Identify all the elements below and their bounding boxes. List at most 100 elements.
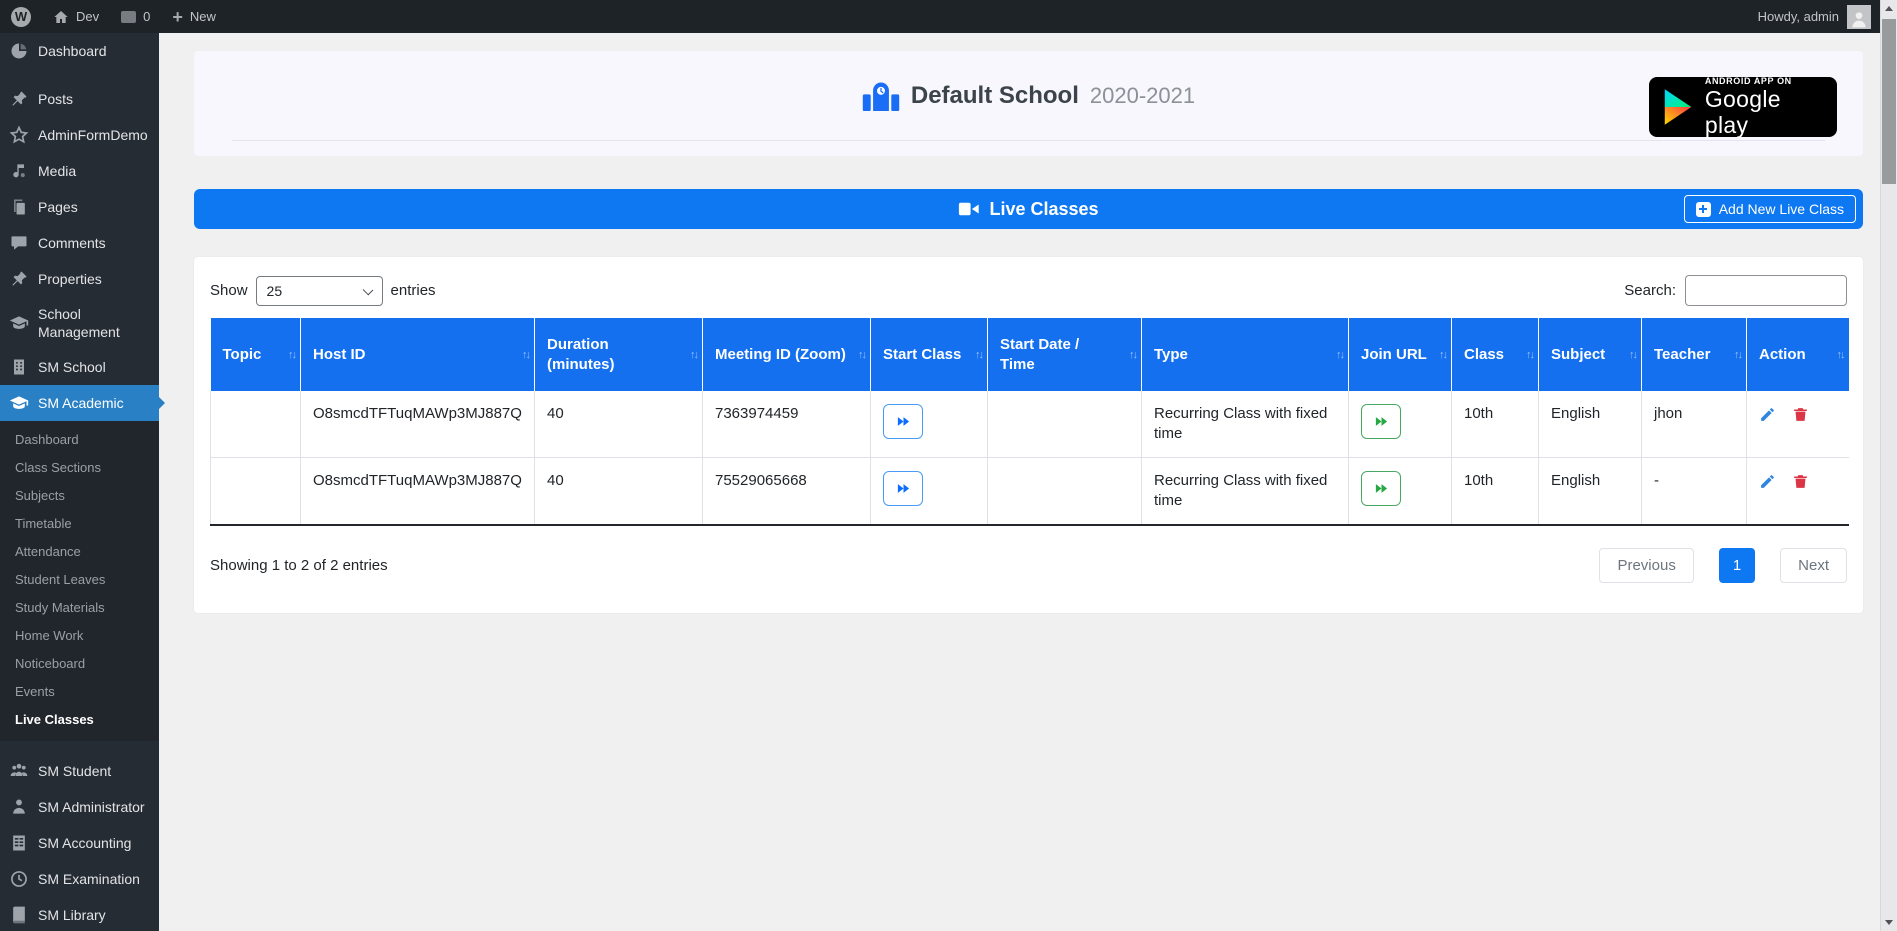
submenu-item-events[interactable]: Events xyxy=(0,678,159,706)
new-content-menu[interactable]: + New xyxy=(161,0,227,33)
column-header-start-class[interactable]: Start Class↑↓ xyxy=(871,318,988,391)
submenu-item-timetable[interactable]: Timetable xyxy=(0,510,159,538)
scrollbar-up-icon[interactable] xyxy=(1881,0,1897,17)
column-header-action[interactable]: Action↑↓ xyxy=(1747,318,1849,391)
cell-action xyxy=(1747,458,1849,526)
sort-icon: ↑↓ xyxy=(1336,345,1343,365)
cell-duration: 40 xyxy=(535,391,703,458)
start-class-button[interactable] xyxy=(883,471,923,506)
sort-icon: ↑↓ xyxy=(858,345,865,365)
sidebar-item-media[interactable]: Media xyxy=(0,153,159,189)
submenu-item-student-leaves[interactable]: Student Leaves xyxy=(0,566,159,594)
column-header-duration[interactable]: Duration (minutes)↑↓ xyxy=(535,318,703,391)
join-url-button[interactable] xyxy=(1361,471,1401,506)
submenu-item-subjects[interactable]: Subjects xyxy=(0,482,159,510)
graduation-cap-icon xyxy=(9,313,29,333)
submenu-item-class-sections[interactable]: Class Sections xyxy=(0,454,159,482)
submenu-item-home-work[interactable]: Home Work xyxy=(0,622,159,650)
join-url-button[interactable] xyxy=(1361,404,1401,439)
search-input[interactable] xyxy=(1685,275,1847,306)
submenu-item-noticeboard[interactable]: Noticeboard xyxy=(0,650,159,678)
sidebar-item-sm-academic[interactable]: SM Academic xyxy=(0,385,159,421)
submenu-item-attendance[interactable]: Attendance xyxy=(0,538,159,566)
school-building-icon xyxy=(862,79,900,113)
scrollbar-down-icon[interactable] xyxy=(1881,914,1897,931)
fast-forward-icon xyxy=(896,481,911,496)
next-page-button[interactable]: Next xyxy=(1780,548,1847,583)
live-classes-table: Topic↑↓ Host ID↑↓ Duration (minutes)↑↓ M… xyxy=(210,318,1849,526)
column-header-type[interactable]: Type↑↓ xyxy=(1142,318,1349,391)
column-header-topic[interactable]: Topic↑↓ xyxy=(211,318,301,391)
sidebar-item-comments[interactable]: Comments xyxy=(0,225,159,261)
column-header-teacher[interactable]: Teacher↑↓ xyxy=(1642,318,1747,391)
page-length-control: Show 25 entries xyxy=(210,276,436,306)
delete-trash-icon[interactable] xyxy=(1792,473,1809,490)
plus-square-icon xyxy=(1696,202,1711,217)
search-control: Search: xyxy=(1624,275,1847,306)
entries-per-page-value: 25 xyxy=(267,283,283,299)
sidebar-item-sm-library[interactable]: SM Library xyxy=(0,897,159,931)
sidebar-item-sm-student[interactable]: SM Student xyxy=(0,753,159,789)
cell-subject: English xyxy=(1539,391,1642,458)
sort-icon: ↑↓ xyxy=(975,345,982,365)
cell-type: Recurring Class with fixed time xyxy=(1142,391,1349,458)
sidebar-item-label: Pages xyxy=(38,198,78,216)
column-header-subject[interactable]: Subject↑↓ xyxy=(1539,318,1642,391)
school-title-row: Default School 2020-2021 xyxy=(220,74,1837,118)
google-play-badge[interactable]: ANDROID APP ON Google play xyxy=(1649,77,1837,137)
sidebar-item-adminformdemo[interactable]: AdminFormDemo xyxy=(0,117,159,153)
wp-logo-menu[interactable]: W xyxy=(0,0,42,33)
wordpress-admin-page: W Dev 0 + New Howdy, admin xyxy=(0,0,1897,931)
pin-icon xyxy=(9,89,29,109)
site-link[interactable]: Dev xyxy=(42,0,110,33)
column-header-class[interactable]: Class↑↓ xyxy=(1452,318,1539,391)
vertical-scrollbar[interactable] xyxy=(1880,0,1897,931)
edit-pencil-icon[interactable] xyxy=(1759,473,1776,490)
previous-page-button[interactable]: Previous xyxy=(1599,548,1693,583)
cell-start-date-time xyxy=(988,458,1142,526)
sidebar-item-posts[interactable]: Posts xyxy=(0,81,159,117)
admin-bar-right: Howdy, admin xyxy=(1758,0,1897,33)
sidebar-item-label: SM Examination xyxy=(38,870,140,888)
column-header-meeting-id[interactable]: Meeting ID (Zoom)↑↓ xyxy=(703,318,871,391)
sidebar-item-pages[interactable]: Pages xyxy=(0,189,159,225)
cell-start-class xyxy=(871,391,988,458)
comments-count: 0 xyxy=(143,9,150,24)
delete-trash-icon[interactable] xyxy=(1792,406,1809,423)
comments-menu[interactable]: 0 xyxy=(110,0,161,33)
entries-per-page-select[interactable]: 25 xyxy=(256,276,383,306)
sidebar-item-sm-school[interactable]: SM School xyxy=(0,349,159,385)
column-header-join-url[interactable]: Join URL↑↓ xyxy=(1349,318,1452,391)
add-new-live-class-button[interactable]: Add New Live Class xyxy=(1684,195,1856,223)
live-classes-panel-bar: Live Classes Add New Live Class xyxy=(194,189,1863,229)
sidebar-item-label: SM School xyxy=(38,358,106,376)
sort-icon: ↑↓ xyxy=(522,345,529,365)
avatar[interactable] xyxy=(1847,5,1871,29)
page-number-button[interactable]: 1 xyxy=(1719,548,1755,583)
video-camera-icon xyxy=(958,200,980,218)
scrollbar-thumb[interactable] xyxy=(1882,19,1896,184)
sidebar-item-dashboard[interactable]: Dashboard xyxy=(0,33,159,69)
cell-teacher: - xyxy=(1642,458,1747,526)
submenu-item-live-classes[interactable]: Live Classes xyxy=(0,706,159,734)
sidebar-item-sm-examination[interactable]: SM Examination xyxy=(0,861,159,897)
sidebar-item-properties[interactable]: Properties xyxy=(0,261,159,297)
new-label: New xyxy=(190,9,216,24)
sort-icon: ↑↓ xyxy=(690,345,697,365)
sm-academic-submenu: Dashboard Class Sections Subjects Timeta… xyxy=(0,421,159,741)
edit-pencil-icon[interactable] xyxy=(1759,406,1776,423)
column-header-start-date-time[interactable]: Start Date / Time↑↓ xyxy=(988,318,1142,391)
admin-layout: Dashboard Posts AdminFormDemo Media Page… xyxy=(0,33,1897,931)
sidebar-item-school-management[interactable]: School Management xyxy=(0,297,159,349)
submenu-item-study-materials[interactable]: Study Materials xyxy=(0,594,159,622)
sidebar-item-sm-administrator[interactable]: SM Administrator xyxy=(0,789,159,825)
building-icon xyxy=(9,357,29,377)
cell-subject: English xyxy=(1539,458,1642,526)
submenu-item-dashboard[interactable]: Dashboard xyxy=(0,426,159,454)
cell-topic xyxy=(211,391,301,458)
howdy-text[interactable]: Howdy, admin xyxy=(1758,9,1839,24)
start-class-button[interactable] xyxy=(883,404,923,439)
entries-info: Showing 1 to 2 of 2 entries xyxy=(210,557,388,574)
sidebar-item-sm-accounting[interactable]: SM Accounting xyxy=(0,825,159,861)
column-header-host-id[interactable]: Host ID↑↓ xyxy=(301,318,535,391)
